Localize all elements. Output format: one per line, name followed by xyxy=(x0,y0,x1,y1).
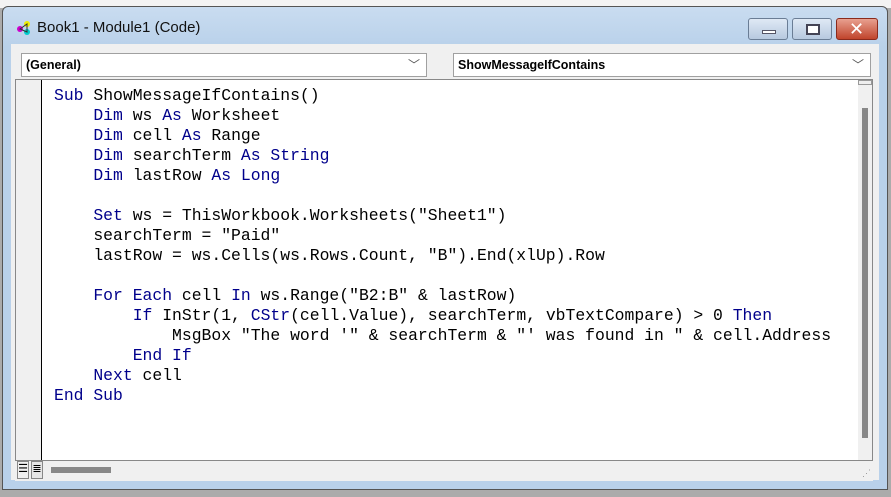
keyword-token: Dim xyxy=(54,126,133,145)
full-module-view-button[interactable]: ≣ xyxy=(31,461,43,479)
code-line: If InStr(1, CStr(cell.Value), searchTerm… xyxy=(54,306,831,326)
keyword-token: Dim xyxy=(54,146,133,165)
keyword-token: As xyxy=(181,126,212,145)
code-editor[interactable]: Sub ShowMessageIfContains() Dim ws As Wo… xyxy=(15,79,873,461)
code-window: Book1 - Module1 (Code) ✕ (General) ﹀ Show… xyxy=(2,6,888,490)
close-button[interactable]: ✕ xyxy=(836,18,878,40)
code-line: lastRow = ws.Cells(ws.Rows.Count, "B").E… xyxy=(54,246,831,266)
code-pane: (General) ﹀ ShowMessageIfContains ﹀ Sub Sh… xyxy=(11,44,879,481)
code-token: Range xyxy=(211,126,261,145)
keyword-token: Sub xyxy=(54,86,94,105)
code-token: searchTerm xyxy=(132,146,241,165)
split-bar[interactable] xyxy=(858,80,872,85)
code-token: ws = ThisWorkbook.Worksheets("Sheet1") xyxy=(132,206,507,225)
code-line: Dim lastRow As Long xyxy=(54,166,831,186)
code-line: Sub ShowMessageIfContains() xyxy=(54,86,831,106)
procedure-dropdown[interactable]: ShowMessageIfContains ﹀ xyxy=(453,53,871,77)
code-token: lastRow = ws.Cells(ws.Rows.Count, "B").E… xyxy=(54,246,605,265)
keyword-token: CStr xyxy=(250,306,291,325)
keyword-token: End If xyxy=(54,346,192,365)
keyword-token: If xyxy=(54,306,163,325)
code-line: For Each cell In ws.Range("B2:B" & lastR… xyxy=(54,286,831,306)
code-token: Worksheet xyxy=(191,106,281,125)
code-text[interactable]: Sub ShowMessageIfContains() Dim ws As Wo… xyxy=(54,86,831,406)
close-icon: ✕ xyxy=(849,19,865,40)
code-line: Dim cell As Range xyxy=(54,126,831,146)
keyword-token: End Sub xyxy=(54,386,123,405)
procedure-dropdown-value: ShowMessageIfContains xyxy=(458,58,606,72)
code-token: (cell.Value), searchTerm, vbTextCompare)… xyxy=(290,306,733,325)
vba-module-icon xyxy=(17,21,30,35)
code-line: searchTerm = "Paid" xyxy=(54,226,831,246)
code-token: cell xyxy=(181,286,232,305)
code-token: ws xyxy=(132,106,163,125)
vertical-scrollbar[interactable] xyxy=(858,80,872,460)
code-line: Dim searchTerm As String xyxy=(54,146,831,166)
object-dropdown[interactable]: (General) ﹀ xyxy=(21,53,427,77)
code-line: End If xyxy=(54,346,831,366)
keyword-token: Dim xyxy=(54,106,133,125)
object-dropdown-value: (General) xyxy=(26,58,81,72)
code-line: MsgBox "The word '" & searchTerm & "' wa… xyxy=(54,326,831,346)
horizontal-scroll-thumb[interactable] xyxy=(51,467,111,473)
margin-indicator-bar[interactable] xyxy=(16,80,42,460)
keyword-token: Set xyxy=(54,206,133,225)
code-line: Dim ws As Worksheet xyxy=(54,106,831,126)
code-token: lastRow xyxy=(132,166,212,185)
maximize-button[interactable] xyxy=(792,18,832,40)
code-token: InStr(1, xyxy=(162,306,251,325)
resize-grip-icon[interactable]: ⋰ xyxy=(862,468,871,479)
chevron-down-icon: ﹀ xyxy=(851,58,864,72)
code-token: MsgBox "The word '" & searchTerm & "' wa… xyxy=(54,326,832,345)
code-token: searchTerm = "Paid" xyxy=(54,226,281,245)
code-token: ShowMessageIfContains() xyxy=(93,86,320,105)
keyword-token: As String xyxy=(240,146,330,165)
minimize-icon xyxy=(762,30,776,34)
keyword-token: Then xyxy=(732,306,773,325)
keyword-token: As Long xyxy=(211,166,281,185)
keyword-token: Dim xyxy=(54,166,133,185)
code-line: Set ws = ThisWorkbook.Worksheets("Sheet1… xyxy=(54,206,831,226)
bottom-bar: ☰ ≣ ⋰ xyxy=(15,461,873,481)
keyword-token: For Each xyxy=(54,286,182,305)
code-line: Next cell xyxy=(54,366,831,386)
code-token: cell xyxy=(132,126,182,145)
keyword-token: As xyxy=(162,106,192,125)
window-title: Book1 - Module1 (Code) xyxy=(37,19,201,36)
procedure-view-button[interactable]: ☰ xyxy=(17,461,29,479)
code-line: End Sub xyxy=(54,386,831,406)
chevron-down-icon: ﹀ xyxy=(407,58,420,72)
code-token: cell xyxy=(142,366,182,385)
keyword-token: Next xyxy=(54,366,143,385)
keyword-token: In xyxy=(231,286,261,305)
code-token: ws.Range("B2:B" & lastRow) xyxy=(260,286,517,305)
vertical-scroll-thumb[interactable] xyxy=(862,108,868,438)
maximize-icon xyxy=(806,24,820,35)
minimize-button[interactable] xyxy=(748,18,788,40)
